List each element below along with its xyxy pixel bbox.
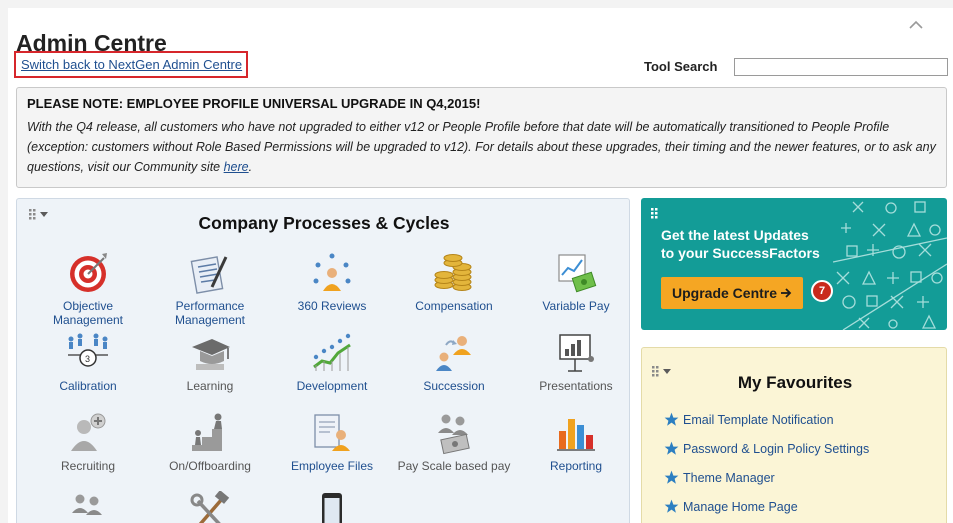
tile-pay-scale-based-pay[interactable]: Pay Scale based pay — [393, 411, 515, 473]
tile-label: Succession — [423, 379, 485, 393]
admin-centre-page: Admin Centre Switch back to NextGen Admi… — [8, 8, 953, 523]
person-add-icon — [71, 413, 106, 451]
chevron-up-icon[interactable] — [908, 18, 924, 30]
arrow-right-icon — [781, 288, 792, 298]
notice-body: With the Q4 release, all customers who h… — [27, 117, 936, 177]
bar-chart-icon — [557, 419, 595, 451]
tile-label: Performance Management — [174, 299, 246, 327]
tile-compensation[interactable]: Compensation — [393, 251, 515, 313]
favourite-label: Manage Home Page — [683, 499, 798, 514]
tile-label: Development — [296, 379, 368, 393]
tile-presentations[interactable]: Presentations — [515, 331, 637, 393]
pattern-decoration-icon — [833, 201, 947, 330]
tile-succession[interactable]: Succession — [393, 331, 515, 393]
tile-label: Variable Pay — [542, 299, 610, 313]
tile-reporting[interactable]: Reporting — [515, 411, 637, 473]
tile-partial-tools[interactable] — [149, 491, 271, 523]
tile-objective-management[interactable]: Objective Management — [27, 251, 149, 327]
presentation-icon — [559, 334, 594, 372]
tile-partial-people-money[interactable] — [27, 491, 149, 523]
tile-label: Recruiting — [60, 459, 116, 473]
employee-file-icon — [314, 414, 350, 451]
favourite-label: Password & Login Policy Settings — [683, 441, 870, 456]
updates-heading: Get the latest Updates to your SuccessFa… — [661, 226, 820, 262]
stairs-person-icon — [192, 413, 222, 451]
tile-on-offboarding[interactable]: On/Offboarding — [149, 411, 271, 473]
tool-search-label: Tool Search — [644, 59, 718, 74]
tile-label: On/Offboarding — [169, 459, 251, 473]
favourite-theme-manager[interactable]: Theme Manager — [664, 470, 775, 485]
tile-label: Compensation — [415, 299, 493, 313]
tile-label: Presentations — [539, 379, 613, 393]
updates-panel: Get the latest Updates to your SuccessFa… — [641, 198, 947, 330]
target-icon — [70, 253, 107, 292]
upgrade-centre-button[interactable]: Upgrade Centre — [661, 277, 803, 309]
star-icon — [664, 441, 679, 455]
tile-performance-management[interactable]: Performance Management — [149, 251, 271, 327]
tile-360-reviews[interactable]: 360 Reviews — [271, 251, 393, 313]
hammer-wrench-icon — [190, 491, 230, 523]
document-pen-icon — [190, 256, 228, 294]
switch-to-nextgen-link[interactable]: Switch back to NextGen Admin Centre — [14, 51, 248, 78]
graduation-cap-icon — [192, 339, 230, 370]
notification-badge: 7 — [811, 280, 833, 302]
people-money-icon — [72, 494, 102, 515]
tile-label: Learning — [186, 379, 234, 393]
tile-learning[interactable]: Learning — [149, 331, 271, 393]
payscale-icon — [438, 414, 470, 455]
star-icon — [664, 499, 679, 513]
growth-chart-icon — [313, 333, 351, 371]
tile-label: Reporting — [549, 459, 603, 473]
coins-icon — [434, 254, 472, 291]
upgrade-notice: PLEASE NOTE: EMPLOYEE PROFILE UNIVERSAL … — [16, 87, 947, 188]
tile-label: Calibration — [59, 379, 117, 393]
my-favourites-panel: My Favourites Email Template Notificatio… — [641, 347, 947, 523]
star-icon — [664, 412, 679, 426]
star-icon — [664, 470, 679, 484]
tile-recruiting[interactable]: Recruiting — [27, 411, 149, 473]
tile-variable-pay[interactable]: Variable Pay — [515, 251, 637, 313]
tile-label: 360 Reviews — [297, 299, 367, 313]
tile-calibration[interactable]: 3 Calibration — [27, 331, 149, 393]
tile-label: Employee Files — [290, 459, 374, 473]
community-site-link[interactable]: here — [224, 160, 249, 174]
people-scale-icon: 3 — [68, 333, 108, 367]
updates-line-2: to your SuccessFactors — [661, 245, 820, 261]
chart-money-icon — [558, 254, 597, 293]
tool-search-input[interactable] — [734, 58, 948, 76]
notice-heading: PLEASE NOTE: EMPLOYEE PROFILE UNIVERSAL … — [27, 96, 481, 111]
favourite-email-template-notification[interactable]: Email Template Notification — [664, 412, 834, 427]
notice-tail: . — [248, 160, 253, 174]
tile-development[interactable]: Development — [271, 331, 393, 393]
svg-text:3: 3 — [85, 354, 90, 364]
tile-employee-files[interactable]: Employee Files — [271, 411, 393, 473]
favourite-password-login-policy[interactable]: Password & Login Policy Settings — [664, 441, 869, 456]
favourite-label: Theme Manager — [683, 470, 775, 485]
tile-partial-mobile[interactable] — [271, 491, 393, 523]
mobile-phone-icon — [322, 493, 342, 523]
processes-title: Company Processes & Cycles — [198, 213, 450, 233]
drag-handle-icon[interactable] — [651, 208, 675, 222]
notice-text: With the Q4 release, all customers who h… — [27, 120, 936, 174]
company-processes-panel: Company Processes & Cycles Objective Man… — [16, 198, 630, 523]
tile-label: Pay Scale based pay — [397, 459, 511, 473]
tile-label: Objective Management — [52, 299, 124, 327]
favourites-title: My Favourites — [737, 373, 853, 392]
people-circle-icon — [313, 253, 351, 291]
favourite-manage-home-page[interactable]: Manage Home Page — [664, 499, 798, 514]
updates-line-1: Get the latest Updates — [661, 227, 809, 243]
upgrade-centre-label: Upgrade Centre — [672, 285, 778, 301]
favourite-label: Email Template Notification — [683, 412, 834, 427]
succession-icon — [436, 336, 471, 371]
